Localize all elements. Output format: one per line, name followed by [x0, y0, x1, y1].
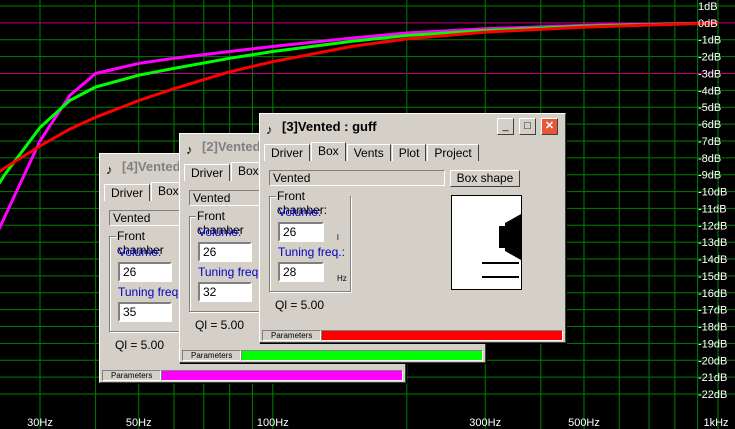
y-tick-label: -3dB: [698, 68, 721, 80]
tab-driver[interactable]: Driver: [264, 144, 310, 161]
volume-label: Volume:: [278, 205, 322, 219]
y-tick-label: -16dB: [698, 288, 727, 300]
box-type-field: Vented: [189, 190, 269, 206]
tuning-freq-input[interactable]: 35: [118, 302, 172, 322]
tuning-freq-label: Tuning freq.:: [198, 265, 265, 279]
x-tick-label: 100Hz: [257, 417, 289, 429]
window-3-titlebar[interactable]: ♪ [3]Vented : guff: [262, 116, 563, 138]
y-tick-label: -18dB: [698, 322, 727, 334]
y-tick-label: -14dB: [698, 254, 727, 266]
y-tick-label: -2dB: [698, 52, 721, 64]
window-4-title: [4]Vented: [122, 159, 181, 174]
vent-line-bottom: [482, 276, 519, 278]
volume-input[interactable]: 26: [198, 242, 252, 262]
y-tick-label: -8dB: [698, 153, 721, 165]
volume-input[interactable]: 26: [118, 262, 172, 282]
window-4-statusbar: Parameters: [102, 370, 403, 381]
window-3-tabs: Driver Box Vents Plot Project: [264, 142, 480, 162]
x-tick-label: 30Hz: [27, 417, 53, 429]
curve-color-indicator: [321, 330, 563, 341]
volume-unit: l: [337, 233, 339, 242]
box-type-field: Vented: [109, 210, 189, 226]
parameters-label[interactable]: Parameters: [102, 370, 162, 381]
vent-line-top: [482, 262, 519, 264]
window-4-tabs: Driver Box: [104, 182, 187, 202]
y-tick-label: -9dB: [698, 170, 721, 182]
tab-driver[interactable]: Driver: [104, 184, 150, 201]
driver-cone: [505, 214, 521, 260]
speaker-app-icon: ♪: [266, 122, 273, 137]
y-tick-label: -22dB: [698, 389, 727, 401]
x-tick-label: 500Hz: [568, 417, 600, 429]
curve-color-indicator: [161, 370, 403, 381]
window-3-statusbar: Parameters: [262, 330, 563, 341]
x-tick-label: 1kHz: [703, 417, 728, 429]
parameters-label[interactable]: Parameters: [262, 330, 322, 341]
window-2-tabs: Driver Box: [184, 162, 267, 182]
y-tick-label: -6dB: [698, 119, 721, 131]
y-tick-label: -4dB: [698, 85, 721, 97]
y-tick-label: -12dB: [698, 220, 727, 232]
box-driver-diagram: [482, 214, 521, 278]
speaker-app-icon: ♪: [186, 142, 193, 157]
ql-value: Ql = 5.00: [275, 298, 325, 312]
volume-label: Volume:: [118, 245, 162, 259]
tuning-freq-unit: Hz: [337, 274, 347, 283]
box-shape-diagram: [451, 195, 522, 290]
ql-value: Ql = 5.00: [195, 318, 245, 332]
tab-box[interactable]: Box: [311, 142, 346, 161]
tab-driver[interactable]: Driver: [184, 164, 230, 181]
y-tick-label: -13dB: [698, 237, 727, 249]
desktop: 1dB 0dB -1dB -2dB -3dB -4dB -5dB -6dB -7dB -8dB -9…: [0, 0, 735, 429]
minimize-icon[interactable]: _: [497, 118, 514, 135]
y-tick-label: -1dB: [698, 35, 721, 47]
tuning-freq-input[interactable]: 28: [278, 262, 324, 282]
window-3-vented-guff[interactable]: ♪ [3]Vented : guff _ □ ✕ Driver Box Vent…: [259, 113, 566, 343]
window-3-title: [3]Vented : guff: [282, 119, 377, 134]
y-tick-label: -7dB: [698, 136, 721, 148]
y-tick-label: -20dB: [698, 355, 727, 367]
y-tick-label: -5dB: [698, 102, 721, 114]
window-2-statusbar: Parameters: [182, 350, 483, 361]
window-2-title: [2]Vented: [202, 139, 261, 154]
driver-magnet: [499, 226, 505, 248]
tuning-freq-label: Tuning freq.:: [278, 245, 345, 259]
close-icon[interactable]: ✕: [541, 118, 558, 135]
speaker-app-icon: ♪: [106, 162, 113, 177]
y-tick-label: 1dB: [698, 1, 718, 13]
box-shape-button[interactable]: Box shape: [450, 170, 520, 187]
tab-project[interactable]: Project: [427, 144, 479, 161]
maximize-icon[interactable]: □: [519, 118, 536, 135]
y-tick-label: -10dB: [698, 187, 727, 199]
y-tick-label: -15dB: [698, 271, 727, 283]
y-tick-label: -19dB: [698, 338, 727, 350]
curve-color-indicator: [241, 350, 483, 361]
ql-value: Ql = 5.00: [115, 338, 165, 352]
y-tick-label: 0dB: [698, 18, 718, 30]
x-tick-label: 300Hz: [469, 417, 501, 429]
y-tick-label: -11dB: [698, 203, 727, 215]
box-type-field: Vented: [269, 170, 445, 186]
y-tick-label: -17dB: [698, 305, 727, 317]
tuning-freq-input[interactable]: 32: [198, 282, 252, 302]
tab-vents[interactable]: Vents: [346, 144, 391, 161]
volume-input[interactable]: 26: [278, 222, 324, 242]
tuning-freq-label: Tuning freq.:: [118, 285, 185, 299]
volume-label: Volume:: [198, 225, 242, 239]
y-tick-label: -21dB: [698, 372, 727, 384]
tab-plot[interactable]: Plot: [391, 144, 427, 161]
x-tick-label: 50Hz: [126, 417, 152, 429]
parameters-label[interactable]: Parameters: [182, 350, 242, 361]
